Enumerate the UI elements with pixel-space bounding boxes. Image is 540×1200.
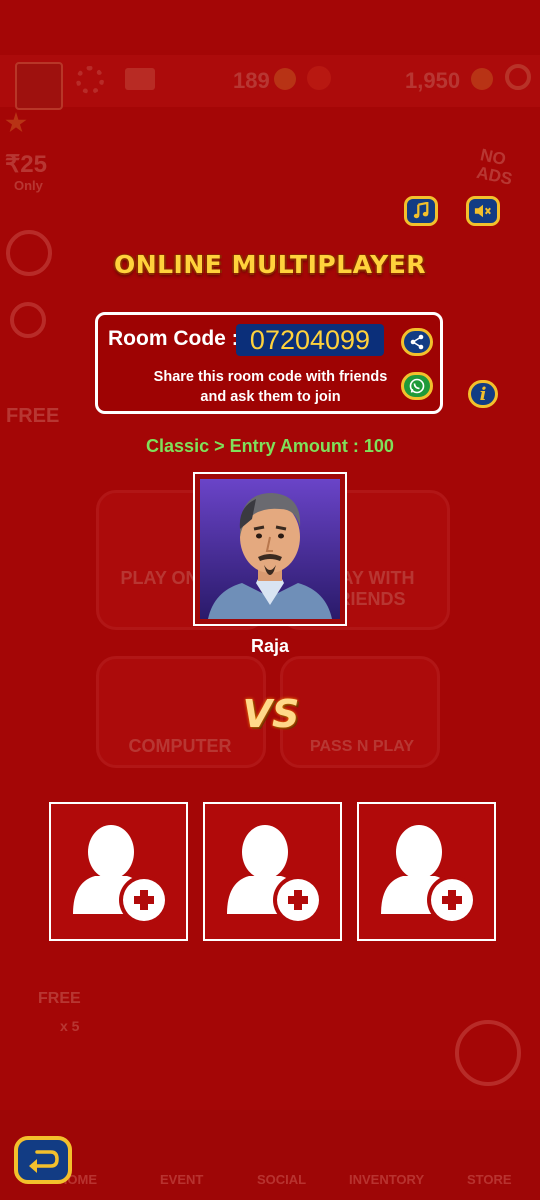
bg-gem-plus-icon (471, 68, 493, 90)
player-avatar (200, 479, 340, 619)
room-code-value: 07204099 (236, 324, 384, 356)
bg-avatar (15, 62, 63, 110)
vs-label: VS (242, 692, 300, 736)
whatsapp-icon (409, 378, 425, 394)
add-user-icon (73, 825, 169, 925)
bg-no-ads: NO ADS (474, 145, 514, 189)
bg-nav-social: SOCIAL (257, 1172, 307, 1187)
add-user-icon (381, 825, 477, 925)
back-button[interactable] (14, 1136, 72, 1184)
bg-multiplier: x 5 (60, 1018, 80, 1034)
sound-mute-button[interactable] (466, 196, 500, 226)
room-code-panel: Room Code : 07204099 Share this room cod… (95, 312, 443, 414)
bg-gear-icon (76, 66, 104, 94)
info-button[interactable]: i (468, 380, 498, 408)
bg-computer: COMPUTER (128, 736, 232, 756)
bg-free-spin: FREE (38, 990, 81, 1007)
invite-slot-3[interactable] (357, 802, 496, 941)
room-code-label: Room Code : (108, 327, 239, 350)
game-mode-entry: Classic > Entry Amount : 100 (146, 436, 394, 456)
bg-free-label: FREE (6, 405, 60, 427)
bg-nav-store: STORE (467, 1172, 512, 1187)
back-arrow-icon (29, 1150, 59, 1173)
bg-gems-count: 1,950 (405, 68, 461, 93)
bg-price-sub: Only (14, 178, 43, 193)
share-text-line-2: and ask them to join (200, 389, 341, 405)
speaker-muted-icon (474, 204, 491, 218)
music-note-icon (413, 202, 429, 219)
invite-slot-2[interactable] (203, 802, 342, 941)
bg-nav-event: EVENT (160, 1172, 204, 1187)
bg-target-icon (10, 302, 46, 338)
music-button[interactable] (404, 196, 438, 226)
invite-slot-1[interactable] (49, 802, 188, 941)
bg-pass-n-play: PASS N PLAY (309, 738, 415, 755)
share-instructions: Share this room code with friends and as… (138, 367, 403, 407)
bg-price-label: ₹25 (5, 151, 47, 178)
info-icon: i (479, 383, 487, 405)
bg-nav-inventory: INVENTORY (349, 1172, 425, 1187)
share-button[interactable] (401, 328, 433, 356)
bg-tomato-icon (307, 66, 331, 90)
share-text-line-1: Share this room code with friends (153, 369, 388, 385)
player-name: Raja (250, 636, 290, 656)
bg-wheel-icon (455, 1020, 521, 1086)
whatsapp-button[interactable] (401, 372, 433, 400)
bg-search-icon (505, 64, 531, 90)
bg-coins-count: 189 (233, 68, 270, 93)
bg-mail-icon (125, 68, 155, 90)
bg-coin-plus-icon (274, 68, 296, 90)
add-user-icon (227, 825, 323, 925)
page-title: ONLINE MULTIPLAYER (113, 250, 427, 279)
share-icon (410, 334, 424, 350)
player-avatar-frame (193, 472, 347, 626)
bg-level-star-icon (5, 112, 27, 133)
